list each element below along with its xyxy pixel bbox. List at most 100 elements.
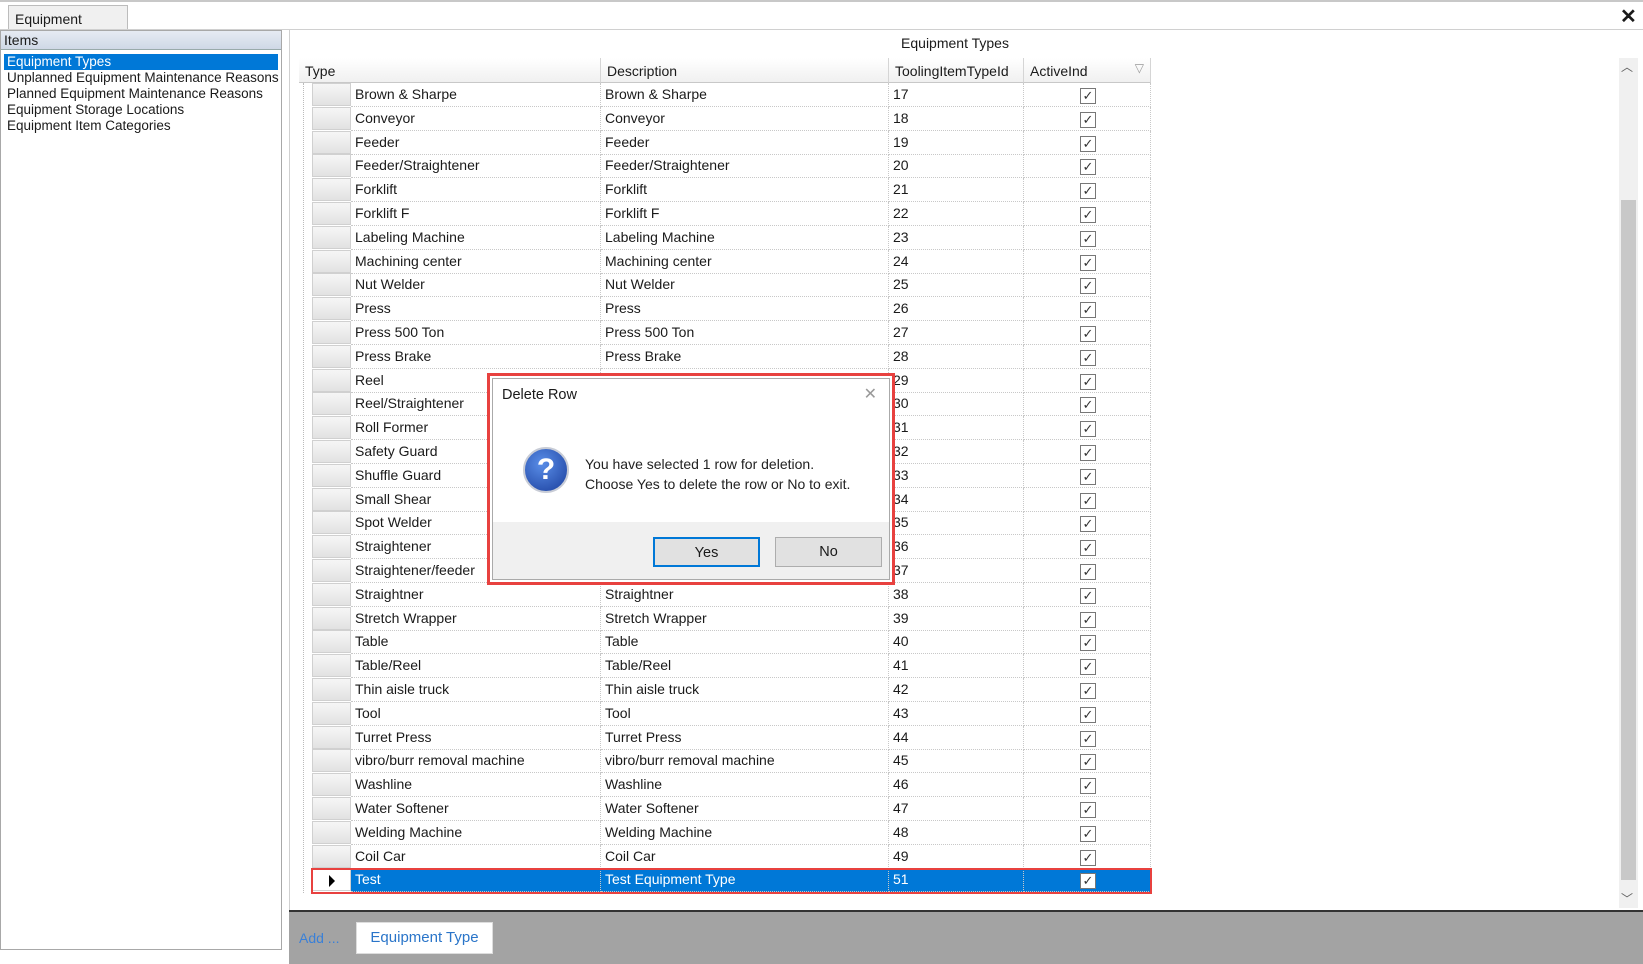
cell-activeind[interactable]: ✓ (1024, 678, 1151, 702)
cell-type[interactable]: Forklift F (351, 202, 601, 226)
cell-toolingitemtypeid[interactable]: 49 (889, 844, 1024, 869)
sidebar-item[interactable]: Equipment Types (4, 54, 278, 70)
active-checkbox[interactable]: ✓ (1080, 540, 1096, 557)
cell-type[interactable]: Feeder (351, 130, 601, 155)
cell-type[interactable]: Nut Welder (351, 273, 601, 298)
cell-toolingitemtypeid[interactable]: 24 (889, 249, 1024, 274)
table-row[interactable]: Thin aisle truck Thin aisle truck 42 ✓ (312, 678, 1151, 702)
active-checkbox[interactable]: ✓ (1080, 278, 1096, 295)
active-checkbox[interactable]: ✓ (1080, 373, 1096, 390)
active-checkbox[interactable]: ✓ (1080, 207, 1096, 223)
cell-toolingitemtypeid[interactable]: 42 (889, 678, 1024, 702)
no-button[interactable]: No (775, 537, 882, 567)
cell-description[interactable]: Straightner (601, 582, 889, 607)
cell-type[interactable]: Conveyor (351, 106, 601, 131)
cell-type[interactable]: Table (351, 630, 601, 655)
cell-toolingitemtypeid[interactable]: 35 (889, 511, 1024, 536)
cell-description[interactable]: Thin aisle truck (601, 678, 889, 702)
active-checkbox[interactable]: ✓ (1080, 730, 1096, 747)
cell-toolingitemtypeid[interactable]: 36 (889, 535, 1024, 560)
row-header[interactable] (312, 154, 351, 178)
cell-activeind[interactable]: ✓ (1024, 606, 1151, 631)
table-row[interactable]: Coil Car Coil Car 49 ✓ (312, 844, 1151, 869)
cell-toolingitemtypeid[interactable]: 47 (889, 797, 1024, 821)
active-checkbox[interactable]: ✓ (1080, 135, 1096, 152)
row-header[interactable] (312, 535, 351, 559)
cell-activeind[interactable]: ✓ (1024, 130, 1151, 155)
row-header[interactable] (312, 463, 351, 487)
row-header[interactable] (312, 368, 351, 392)
cell-toolingitemtypeid[interactable]: 32 (889, 440, 1024, 464)
cell-type[interactable]: Forklift (351, 178, 601, 203)
cell-activeind[interactable]: ✓ (1024, 225, 1151, 250)
cell-description[interactable]: Water Softener (601, 797, 889, 821)
active-checkbox[interactable]: ✓ (1080, 397, 1096, 414)
cell-toolingitemtypeid[interactable]: 22 (889, 202, 1024, 226)
table-row[interactable]: Turret Press Turret Press 44 ✓ (312, 725, 1151, 750)
cell-toolingitemtypeid[interactable]: 21 (889, 178, 1024, 203)
row-header[interactable] (312, 106, 351, 130)
cell-activeind[interactable]: ✓ (1024, 511, 1151, 536)
cell-type[interactable]: Coil Car (351, 844, 601, 869)
cell-activeind[interactable]: ✓ (1024, 83, 1151, 107)
cell-activeind[interactable]: ✓ (1024, 154, 1151, 179)
cell-toolingitemtypeid[interactable]: 29 (889, 368, 1024, 393)
cell-toolingitemtypeid[interactable]: 31 (889, 416, 1024, 441)
cell-toolingitemtypeid[interactable]: 48 (889, 820, 1024, 845)
scroll-down-icon[interactable]: ﹀ (1621, 890, 1633, 907)
cell-description[interactable]: Press (601, 297, 889, 322)
cell-description[interactable]: Press Brake (601, 344, 889, 369)
sidebar-item[interactable]: Planned Equipment Maintenance Reasons (4, 86, 278, 102)
active-checkbox[interactable]: ✓ (1080, 230, 1096, 247)
cell-description[interactable]: Welding Machine (601, 820, 889, 845)
cell-toolingitemtypeid[interactable]: 17 (889, 83, 1024, 107)
cell-activeind[interactable]: ✓ (1024, 749, 1151, 774)
table-row[interactable]: vibro/burr removal machine vibro/burr rem… (312, 749, 1151, 774)
row-header[interactable] (312, 725, 351, 749)
cell-toolingitemtypeid[interactable]: 46 (889, 773, 1024, 798)
table-row[interactable]: Welding Machine Welding Machine 48 ✓ (312, 820, 1151, 845)
row-header[interactable] (312, 749, 351, 773)
cell-type[interactable]: Brown & Sharpe (351, 83, 601, 107)
cell-activeind[interactable]: ✓ (1024, 321, 1151, 345)
dialog-close-icon[interactable]: ✕ (864, 384, 877, 404)
table-row[interactable]: Press Press 26 ✓ (312, 297, 1151, 322)
cell-description[interactable]: vibro/burr removal machine (601, 749, 889, 774)
row-header[interactable] (312, 202, 351, 225)
cell-type[interactable]: Feeder/Straightener (351, 154, 601, 179)
cell-toolingitemtypeid[interactable]: 40 (889, 630, 1024, 655)
table-row[interactable]: Nut Welder Nut Welder 25 ✓ (312, 273, 1151, 298)
cell-type[interactable]: Press Brake (351, 344, 601, 369)
cell-description[interactable]: Conveyor (601, 106, 889, 131)
row-header[interactable] (312, 606, 351, 630)
scrollbar-thumb[interactable] (1621, 200, 1636, 880)
cell-toolingitemtypeid[interactable]: 23 (889, 225, 1024, 250)
cell-activeind[interactable]: ✓ (1024, 249, 1151, 274)
active-checkbox[interactable]: ✓ (1080, 302, 1096, 319)
cell-type[interactable]: Press (351, 297, 601, 322)
tab-equipment-admin[interactable]: Equipment Admin (8, 5, 128, 43)
row-header[interactable] (312, 440, 351, 463)
row-header[interactable] (312, 273, 351, 297)
row-header[interactable] (312, 487, 351, 511)
table-row[interactable]: Press Brake Press Brake 28 ✓ (312, 344, 1151, 369)
table-row[interactable]: Stretch Wrapper Stretch Wrapper 39 ✓ (312, 606, 1151, 631)
active-checkbox[interactable]: ✓ (1080, 111, 1096, 128)
row-header[interactable] (312, 773, 351, 797)
active-checkbox[interactable]: ✓ (1080, 564, 1096, 580)
cell-activeind[interactable]: ✓ (1024, 487, 1151, 512)
active-checkbox[interactable]: ✓ (1080, 802, 1096, 818)
row-header[interactable] (312, 392, 351, 416)
cell-type[interactable]: Water Softener (351, 797, 601, 821)
row-header[interactable] (312, 321, 351, 344)
cell-toolingitemtypeid[interactable]: 20 (889, 154, 1024, 179)
table-row[interactable]: Water Softener Water Softener 47 ✓ (312, 797, 1151, 821)
cell-description[interactable]: Feeder/Straightener (601, 154, 889, 179)
table-row[interactable]: Machining center Machining center 24 ✓ (312, 249, 1151, 274)
cell-toolingitemtypeid[interactable]: 39 (889, 606, 1024, 631)
cell-description[interactable]: Nut Welder (601, 273, 889, 298)
table-row[interactable]: Table Table 40 ✓ (312, 630, 1151, 655)
active-checkbox[interactable]: ✓ (1080, 349, 1096, 366)
cell-type[interactable]: vibro/burr removal machine (351, 749, 601, 774)
table-row[interactable]: Conveyor Conveyor 18 ✓ (312, 106, 1151, 131)
